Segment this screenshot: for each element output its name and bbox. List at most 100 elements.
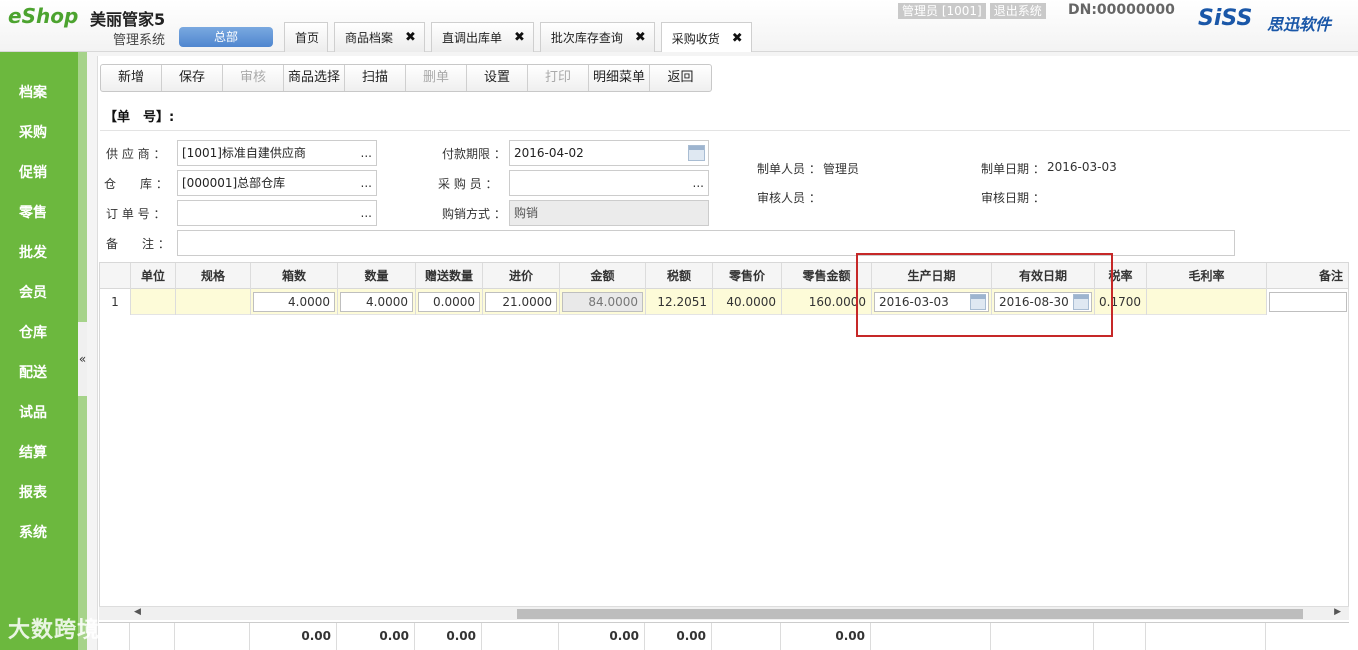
tab-product-archive[interactable]: 商品档案 ✖ [334,22,425,52]
trade-mode-field: 购销 [509,200,709,226]
price-input[interactable]: 21.0000 [485,292,557,312]
close-icon[interactable]: ✖ [514,30,525,45]
row-index: 1 [100,289,131,315]
auditor-label: 审核人员 ： [757,191,821,205]
remark-input[interactable] [1269,292,1347,312]
col-header-boxes[interactable]: 箱数 [251,263,338,289]
col-header-tax[interactable]: 税额 [646,263,713,289]
vendor-name: 思迅软件 [1267,15,1332,34]
product-name: 美丽管家5 [90,10,166,29]
tab-home[interactable]: 首页 [284,22,329,52]
scroll-right-icon[interactable]: ▶ [1334,607,1341,617]
col-header-amount[interactable]: 金额 [560,263,646,289]
select-product-button[interactable]: 商品选择 [284,65,345,91]
sidebar: 档案 采购 促销 零售 批发 会员 仓库 配送 试品 结算 报表 系统 [0,52,78,650]
lookup-button[interactable]: ... [693,171,704,195]
total-tax: 0.00 [645,623,712,650]
sidebar-item-promotion[interactable]: 促销 [0,159,78,187]
sidebar-item-wholesale[interactable]: 批发 [0,239,78,267]
total-blank [1094,623,1146,650]
make-date-label: 制单日期 ： [981,162,1045,176]
boxes-input[interactable]: 4.0000 [253,292,335,312]
sidebar-item-retail[interactable]: 零售 [0,199,78,227]
total-blank [99,623,130,650]
cell-qty[interactable]: 4.0000 [338,289,416,315]
tab-label: 批次库存查询 [550,31,623,45]
tab-batch-stock-query[interactable]: 批次库存查询 ✖ [539,22,655,52]
order-number-label: 【单 号】: [104,110,175,125]
save-button[interactable]: 保存 [162,65,223,91]
col-header-unit[interactable]: 单位 [131,263,176,289]
warehouse-label: 仓 库 ： [104,177,168,191]
qty-input[interactable]: 4.0000 [340,292,413,312]
audit-button[interactable]: 审核 [223,65,284,91]
sidebar-item-purchase[interactable]: 采购 [0,119,78,147]
sidebar-item-distribution[interactable]: 配送 [0,359,78,387]
tab-direct-outbound[interactable]: 直调出库单 ✖ [430,22,534,52]
audit-date-label: 审核日期 ： [981,191,1045,205]
sidebar-item-archive[interactable]: 档案 [0,79,78,107]
sidebar-item-system[interactable]: 系统 [0,519,78,547]
tab-label: 商品档案 [345,31,394,45]
total-retail-amount: 0.00 [781,623,871,650]
cell-remark[interactable] [1267,289,1348,315]
col-header-qty[interactable]: 数量 [338,263,416,289]
col-header-remark[interactable]: 备注 [1267,263,1348,289]
scan-button[interactable]: 扫描 [345,65,406,91]
make-date-value: 2016-03-03 [1047,160,1117,174]
tab-label: 直调出库单 [441,31,502,45]
cell-spec[interactable] [176,289,251,315]
cell-price[interactable]: 21.0000 [483,289,560,315]
close-icon[interactable]: ✖ [405,30,416,45]
delete-order-button[interactable]: 删单 [406,65,467,91]
tab-purchase-receipt[interactable]: 采购收货 ✖ [660,22,752,53]
collapse-sidebar-icon[interactable]: « [78,322,87,396]
order-field[interactable]: ... [177,200,377,226]
close-icon[interactable]: ✖ [635,30,646,45]
buyer-field[interactable]: ... [509,170,709,196]
col-header-spec[interactable]: 规格 [176,263,251,289]
col-header-retail-price[interactable]: 零售价 [713,263,782,289]
total-blank [482,623,559,650]
scroll-left-icon[interactable]: ◀ [134,607,141,617]
horizontal-scrollbar[interactable]: ◀ ▶ [99,606,1349,620]
lookup-button[interactable]: ... [361,201,372,225]
col-header-gift-qty[interactable]: 赠送数量 [416,263,483,289]
settings-button[interactable]: 设置 [467,65,528,91]
scrollbar-thumb[interactable] [517,609,1303,619]
cell-tax: 12.2051 [646,289,713,315]
cell-retail-price: 40.0000 [713,289,782,315]
sidebar-item-member[interactable]: 会员 [0,279,78,307]
hq-button[interactable]: 总部 [179,27,273,47]
col-header-margin[interactable]: 毛利率 [1147,263,1267,289]
sidebar-item-warehouse[interactable]: 仓库 [0,319,78,347]
order-label: 订 单 号 ： [106,207,166,221]
back-button[interactable]: 返回 [650,65,711,91]
sidebar-item-trial[interactable]: 试品 [0,399,78,427]
warehouse-field[interactable]: [000001]总部仓库 ... [177,170,377,196]
logout-button[interactable]: 退出系统 [989,3,1046,19]
print-button[interactable]: 打印 [528,65,589,91]
table-row[interactable]: 1 4.0000 4.0000 0.0000 21.0000 84.0000 1… [100,289,1348,315]
col-header-price[interactable]: 进价 [483,263,560,289]
sidebar-item-report[interactable]: 报表 [0,479,78,507]
user-info: 管理员 [1001] 退出系统 [898,3,1046,19]
cell-unit[interactable] [131,289,176,315]
close-icon[interactable]: ✖ [732,31,743,46]
new-button[interactable]: 新增 [101,65,162,91]
total-blank [712,623,781,650]
detail-menu-button[interactable]: 明细菜单 [589,65,650,91]
cell-gift-qty[interactable]: 0.0000 [416,289,483,315]
total-blank [130,623,175,650]
lookup-button[interactable]: ... [361,171,372,195]
sidebar-item-settlement[interactable]: 结算 [0,439,78,467]
detail-grid: 单位 规格 箱数 数量 赠送数量 进价 金额 税额 零售价 零售金额 生产日期 … [99,262,1349,607]
supplier-field[interactable]: [1001]标准自建供应商 ... [177,140,377,166]
pay-term-label: 付款期限 ： [442,147,506,161]
totals-row: 0.00 0.00 0.00 0.00 0.00 0.00 [99,622,1349,650]
gift-qty-input[interactable]: 0.0000 [418,292,480,312]
lookup-button[interactable]: ... [361,141,372,165]
pay-term-field[interactable]: 2016-04-02 [509,140,709,166]
cell-boxes[interactable]: 4.0000 [251,289,338,315]
calendar-icon[interactable] [688,145,705,161]
